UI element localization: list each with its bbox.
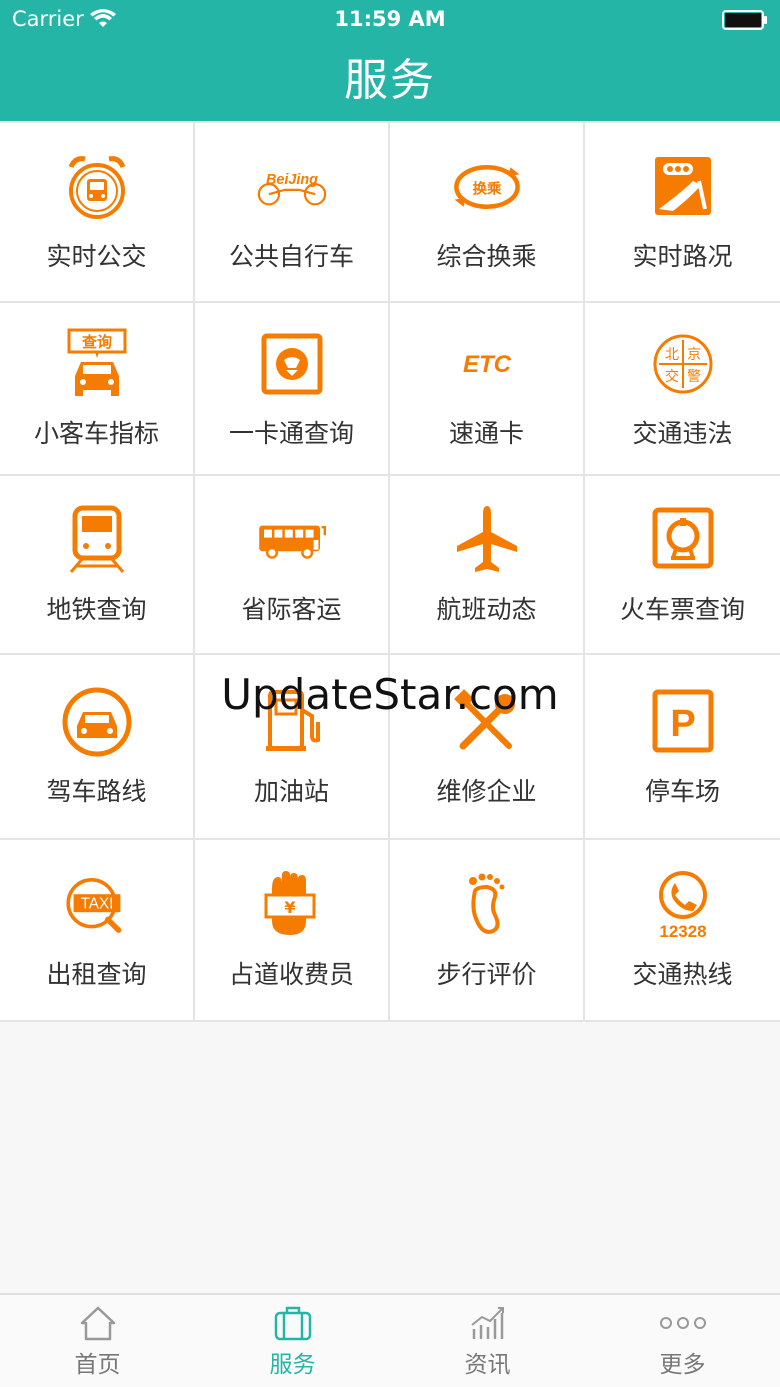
bike-icon-text: BeiJing [266, 172, 318, 188]
taxi-search-icon: TAXI [65, 878, 121, 933]
service-label: 综合换乘 [436, 242, 537, 271]
service-label: 航班动态 [436, 594, 537, 624]
service-label: 公共自行车 [228, 242, 354, 271]
service-row: TAXI 出租查询 ¥ 占道收费员 步行评价 12328 交通热线 [0, 840, 780, 1022]
service-row: 地铁查询 省际客运 航班动态 火车票查询 [0, 476, 780, 655]
battery-icon [722, 10, 767, 30]
airplane-icon [456, 505, 517, 572]
service-taxi-search[interactable]: TAXI 出租查询 [0, 840, 195, 1020]
toll-collector-icon: ¥ [264, 871, 315, 935]
service-row: 实时公交 BeiJing 公共自行车 换乘 综合换乘 实时路况 [0, 123, 780, 303]
traffic-police-badge-icon: 北 京 交 警 [653, 334, 712, 393]
service-transfer[interactable]: 换乘 综合换乘 [390, 123, 585, 301]
service-etc-card[interactable]: ETC 速通卡 [390, 303, 585, 474]
tab-bar: 首页 服务 资讯 更多 [0, 1293, 780, 1387]
service-label: 火车票查询 [619, 594, 745, 624]
badge-char-2: 京 [687, 347, 701, 363]
traffic-light-road-icon [654, 157, 711, 215]
tab-label: 服务 [269, 1352, 316, 1378]
service-car-quota[interactable]: 查询 小客车指标 [0, 303, 195, 474]
page-title: 服务 [344, 55, 436, 106]
repair-tools-icon [453, 688, 515, 749]
service-label: 交通热线 [632, 960, 733, 989]
service-label: 占道收费员 [228, 960, 354, 989]
service-label: 维修企业 [436, 776, 537, 806]
service-walking-review[interactable]: 步行评价 [390, 840, 585, 1020]
coach-bus-icon [258, 525, 326, 559]
service-label: 实时公交 [46, 242, 147, 271]
service-label: 小客车指标 [33, 418, 159, 448]
yen-icon-text: ¥ [284, 898, 295, 917]
subway-icon [69, 505, 124, 573]
tab-services[interactable]: 服务 [195, 1295, 390, 1387]
tab-label: 更多 [659, 1352, 706, 1378]
taxi-icon-text: TAXI [80, 896, 113, 913]
etc-icon-text: ETC [463, 351, 512, 378]
service-grid: 实时公交 BeiJing 公共自行车 换乘 综合换乘 实时路况 查询 小客车指标… [0, 121, 780, 1022]
service-transit-card[interactable]: 一卡通查询 [195, 303, 390, 474]
service-gas-station[interactable]: 加油站 [195, 655, 390, 838]
parking-icon: P [652, 689, 713, 752]
badge-char-1: 北 [665, 347, 679, 363]
service-parking[interactable]: P 停车场 [585, 655, 780, 838]
service-train-ticket[interactable]: 火车票查询 [585, 476, 780, 653]
hotline-icon-text: 12328 [659, 922, 706, 941]
service-driving-route[interactable]: 驾车路线 [0, 655, 195, 838]
service-label: 速通卡 [448, 418, 524, 448]
beijing-bike-icon: BeiJing [257, 172, 326, 206]
footprint-icon [468, 873, 504, 934]
service-traffic-hotline[interactable]: 12328 交通热线 [585, 840, 780, 1020]
more-dots-icon [659, 1317, 706, 1329]
service-public-bike[interactable]: BeiJing 公共自行车 [195, 123, 390, 301]
alarm-bus-icon [68, 156, 125, 219]
service-realtime-bus[interactable]: 实时公交 [0, 123, 195, 301]
tab-more[interactable]: 更多 [585, 1295, 780, 1387]
service-label: 停车场 [644, 776, 720, 806]
service-flight-status[interactable]: 航班动态 [390, 476, 585, 653]
transit-card-icon [261, 333, 322, 394]
service-row: 驾车路线 加油站 维修企业 P 停车场 [0, 655, 780, 840]
gas-station-icon [265, 689, 320, 751]
status-bar: Carrier 11:59 AM [0, 0, 780, 40]
railway-icon [652, 507, 713, 568]
tab-label: 首页 [74, 1352, 121, 1378]
tab-news[interactable]: 资讯 [390, 1295, 585, 1387]
service-label: 交通违法 [632, 418, 733, 448]
chart-icon [470, 1307, 504, 1339]
car-query-icon: 查询 [67, 328, 126, 396]
parking-icon-text: P [670, 703, 695, 745]
app-header: Carrier 11:59 AM 服务 [0, 0, 780, 121]
car-circle-icon [62, 687, 131, 756]
service-label: 实时路况 [632, 242, 733, 271]
badge-char-4: 警 [687, 369, 701, 385]
service-intercity-bus[interactable]: 省际客运 [195, 476, 390, 653]
home-icon [80, 1306, 115, 1341]
service-traffic-violation[interactable]: 北 京 交 警 交通违法 [585, 303, 780, 474]
service-label: 出租查询 [46, 960, 147, 989]
etc-icon: ETC [463, 351, 512, 378]
service-repair-shop[interactable]: 维修企业 [390, 655, 585, 838]
service-traffic-condition[interactable]: 实时路况 [585, 123, 780, 301]
service-label: 步行评价 [436, 960, 537, 989]
service-label: 省际客运 [241, 594, 342, 624]
service-label: 驾车路线 [46, 776, 147, 806]
status-time: 11:59 AM [334, 7, 446, 31]
car-query-icon-text: 查询 [81, 333, 111, 351]
hotline-phone-icon: 12328 [658, 871, 707, 941]
service-label: 地铁查询 [46, 594, 147, 624]
service-row: 查询 小客车指标 一卡通查询 ETC 速通卡 北 京 交 警 交通违法 [0, 303, 780, 476]
service-road-toll-collector[interactable]: ¥ 占道收费员 [195, 840, 390, 1020]
transfer-icon-text: 换乘 [472, 179, 501, 197]
service-label: 加油站 [253, 776, 329, 806]
briefcase-icon [274, 1306, 311, 1341]
badge-char-3: 交 [665, 368, 679, 385]
service-label: 一卡通查询 [228, 418, 354, 448]
service-subway[interactable]: 地铁查询 [0, 476, 195, 653]
tab-label: 资讯 [464, 1352, 511, 1378]
transfer-icon: 换乘 [453, 164, 520, 210]
tab-home[interactable]: 首页 [0, 1295, 195, 1387]
